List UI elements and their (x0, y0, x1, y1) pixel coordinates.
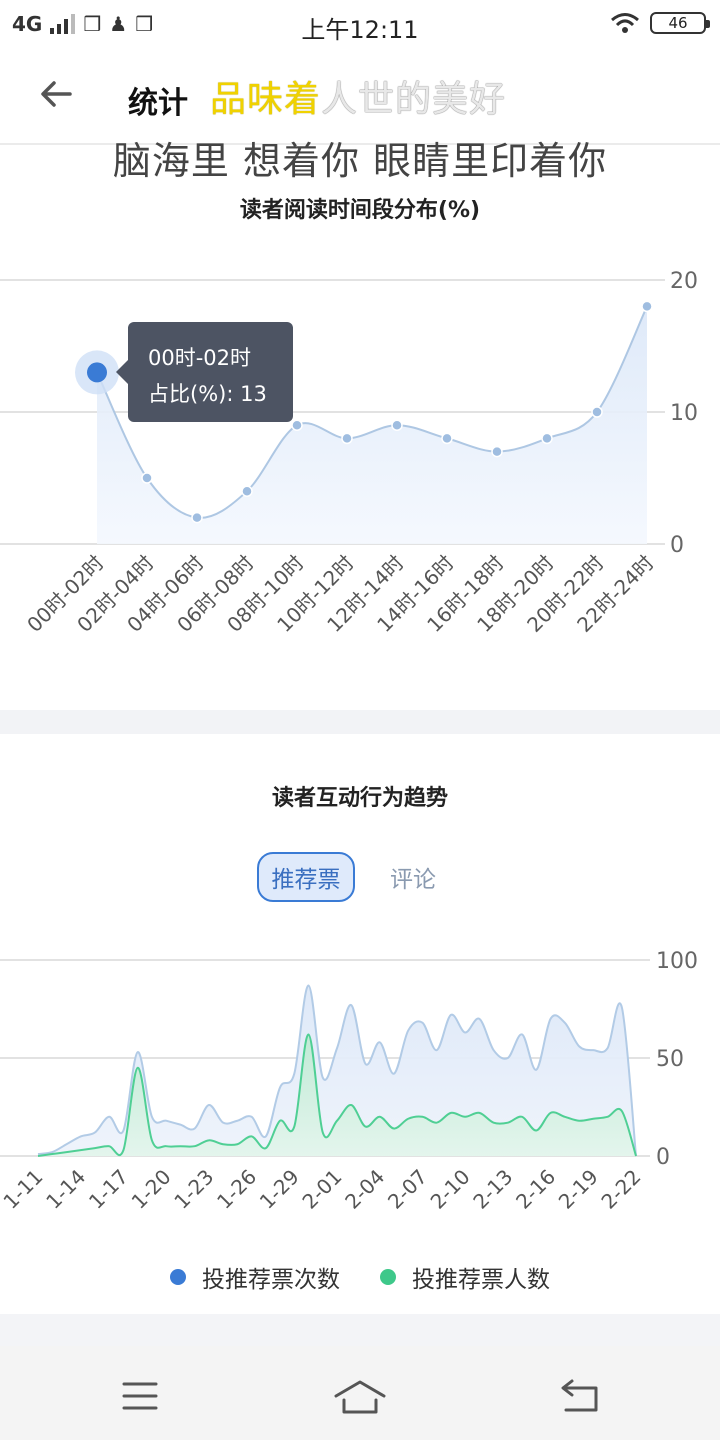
bottom-spacer (0, 1314, 720, 1346)
x-tick-label: 2-13 (468, 1165, 517, 1214)
legend-label-votes: 投推荐票次数 (202, 1267, 340, 1293)
data-point (141, 472, 153, 484)
x-tick-label: 2-22 (596, 1165, 645, 1214)
x-tick-label: 2-19 (554, 1165, 603, 1214)
chart2-legend: 投推荐票次数 投推荐票人数 (0, 1260, 720, 1294)
chart2-title: 读者互动行为趋势 (271, 786, 448, 811)
x-tick-label: 2-16 (511, 1165, 560, 1214)
lyric-overlay-line2: 脑海里 想着你 眼睛里印着你 (112, 139, 608, 183)
chart1-title: 读者阅读时间段分布(%) (239, 198, 481, 223)
page-title: 统计 (128, 86, 188, 121)
x-tick-label: 1-23 (169, 1165, 218, 1214)
y-tick-label: 50 (656, 1047, 684, 1072)
back-arrow-icon[interactable] (36, 74, 76, 114)
chart-tooltip: 00时-02时 占比(%): 13 (116, 322, 293, 422)
home-icon[interactable] (330, 1376, 390, 1416)
data-point (341, 432, 353, 445)
wifi-icon (611, 13, 639, 33)
legend-label-voters: 投推荐票人数 (412, 1267, 550, 1293)
x-tick-label: 1-11 (0, 1165, 48, 1214)
x-tick-label: 1-29 (255, 1165, 304, 1214)
data-point (591, 406, 603, 418)
x-tick-label: 1-26 (212, 1165, 261, 1214)
data-point (541, 432, 553, 445)
back-icon[interactable] (550, 1376, 610, 1416)
data-point (641, 300, 653, 313)
status-right: 46 (610, 12, 710, 34)
x-tick-label: 2-07 (383, 1165, 432, 1214)
tab-recommend-votes[interactable]: 推荐票 (257, 852, 355, 902)
tooltip-value: 占比(%): 13 (148, 382, 267, 406)
interaction-trend-chart[interactable]: 0501001-111-141-171-201-231-261-292-012-… (0, 940, 720, 1250)
section-divider (0, 710, 720, 734)
battery-level: 46 (668, 14, 688, 32)
x-tick-label: 2-04 (340, 1165, 389, 1214)
y-tick-label: 0 (670, 533, 684, 558)
y-tick-label: 10 (670, 401, 698, 426)
x-tick-label: 1-20 (127, 1165, 176, 1214)
data-point (491, 445, 503, 458)
lyric-overlay-line1: 品味着人世的美好 (210, 70, 506, 122)
lyric-rest: 人世的美好 (321, 79, 507, 120)
x-tick-label: 1-17 (84, 1165, 133, 1214)
menu-icon[interactable] (110, 1376, 170, 1416)
reading-time-chart[interactable]: 0102000时-02时02时-04时04时-06时06时-08时08时-10时… (0, 250, 720, 690)
x-tick-label: 2-01 (297, 1165, 346, 1214)
legend-dot-green (380, 1269, 396, 1285)
status-bar: 4G ❒ ♟ ❒ 上午12:11 46 (0, 0, 720, 52)
data-point (191, 511, 203, 524)
data-point (441, 432, 453, 445)
tab-comments[interactable]: 评论 (372, 852, 454, 902)
y-tick-label: 100 (656, 949, 698, 974)
system-nav-bar (0, 1346, 720, 1440)
lyric-highlight: 品味着 (210, 79, 322, 120)
legend-item-voters[interactable]: 投推荐票人数 (380, 1260, 550, 1294)
x-tick-label: 2-10 (426, 1165, 475, 1214)
y-tick-label: 20 (670, 269, 698, 294)
y-tick-label: 0 (656, 1145, 670, 1170)
legend-item-votes[interactable]: 投推荐票次数 (170, 1260, 340, 1294)
tooltip-category: 00时-02时 (148, 346, 252, 370)
x-tick-label: 1-14 (41, 1165, 90, 1214)
data-point-highlight (87, 362, 107, 383)
battery-icon: 46 (650, 12, 710, 34)
data-point (241, 485, 253, 497)
data-point (291, 419, 303, 431)
data-point (391, 419, 403, 431)
legend-dot-blue (170, 1269, 186, 1285)
